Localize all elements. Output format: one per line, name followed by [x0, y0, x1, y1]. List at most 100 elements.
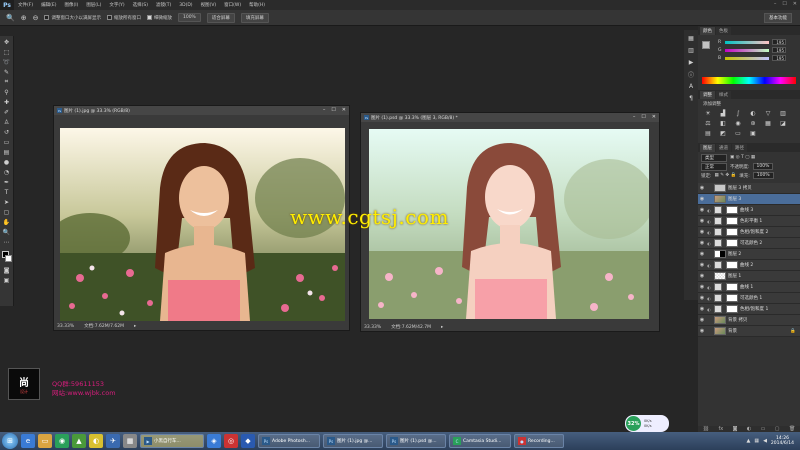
layer-name[interactable]: 色相/饱和度 1 — [740, 306, 768, 312]
status-menu-icon[interactable]: ▸ — [134, 324, 136, 329]
screen-mode-icon[interactable]: ▣ — [2, 276, 12, 284]
eye-icon[interactable]: ◉ — [698, 251, 706, 257]
tab-swatches[interactable]: 色板 — [716, 27, 731, 35]
photo-filter-icon[interactable]: ◉ — [734, 120, 742, 127]
actual-pixels-button[interactable]: 100% — [177, 13, 201, 22]
layer-mask-thumbnail[interactable] — [726, 305, 738, 313]
workspace-selector[interactable]: 基本功能 — [764, 13, 792, 23]
doc-maximize-button[interactable]: ☐ — [331, 107, 335, 113]
eyedropper-tool-icon[interactable]: ⚲ — [2, 88, 12, 96]
app-icon[interactable]: ◆ — [241, 434, 255, 448]
layer-row[interactable]: ◉ ◐ 色相/饱和度 1 — [698, 304, 800, 315]
history-panel-icon[interactable]: ▦ — [686, 34, 696, 42]
eye-icon[interactable]: ◉ — [698, 306, 706, 312]
network-speed-widget[interactable]: 32% 0K/s 0K/s — [625, 415, 669, 432]
actions-panel-icon[interactable]: ▶ — [686, 58, 696, 66]
doc-maximize-button[interactable]: ☐ — [641, 114, 645, 120]
layer-name[interactable]: 背景 — [728, 328, 737, 334]
layer-thumbnail[interactable] — [714, 316, 726, 324]
folder-icon[interactable]: ▭ — [38, 434, 52, 448]
zoom-level[interactable]: 33.33% — [57, 324, 74, 329]
eye-icon[interactable]: ◉ — [698, 328, 706, 334]
start-button[interactable]: ⊞ — [2, 433, 18, 449]
layer-row[interactable]: ◉ ◐ 色彩平衡 1 — [698, 216, 800, 227]
gradient-tool-icon[interactable]: ▤ — [2, 148, 12, 156]
background-color-swatch[interactable] — [4, 255, 12, 262]
menu-window[interactable]: 窗口(W) — [220, 2, 245, 8]
doc-minimize-button[interactable]: – — [633, 114, 636, 120]
layer-row[interactable]: ◉ 图层 3 拷贝 — [698, 183, 800, 194]
menu-view[interactable]: 视图(V) — [197, 2, 221, 8]
layer-row[interactable]: ◉ ◐ 曲线 1 — [698, 282, 800, 293]
layer-thumbnail[interactable] — [714, 206, 722, 214]
layer-thumbnail[interactable] — [714, 261, 722, 269]
layer-name[interactable]: 可选颜色 1 — [740, 295, 762, 301]
layer-name[interactable]: 曲线 3 — [740, 207, 753, 213]
type-tool-icon[interactable]: T — [2, 188, 12, 196]
levels-icon[interactable]: ▟ — [719, 110, 727, 117]
blend-mode-select[interactable]: 正常 — [701, 162, 727, 171]
shape-tool-icon[interactable]: ▢ — [2, 208, 12, 216]
history-brush-tool-icon[interactable]: ↺ — [2, 128, 12, 136]
eye-icon[interactable]: ◉ — [698, 284, 706, 290]
maximize-button[interactable]: ☐ — [782, 1, 786, 7]
color-balance-icon[interactable]: ⚖ — [704, 120, 712, 127]
task-item[interactable]: ▶ 小黑自行车... — [140, 434, 204, 448]
layer-row[interactable]: ◉ 图层 1 — [698, 271, 800, 282]
eye-icon[interactable]: ◉ — [698, 218, 706, 224]
task-item[interactable]: ● Recording... — [514, 434, 564, 448]
lasso-tool-icon[interactable]: ➰ — [2, 58, 12, 66]
app-icon[interactable]: ◈ — [207, 434, 221, 448]
posterize-icon[interactable]: ▤ — [704, 130, 712, 137]
zoom-tool-icon[interactable]: 🔍 — [6, 14, 15, 22]
channel-mixer-icon[interactable]: ⊛ — [749, 120, 757, 127]
layer-thumbnail[interactable] — [714, 228, 722, 236]
layer-name[interactable]: 曲线 1 — [740, 284, 753, 290]
layer-name[interactable]: 背景 拷贝 — [728, 317, 747, 323]
layer-kind-filter[interactable]: 类型 — [701, 153, 727, 162]
green-slider[interactable] — [725, 48, 769, 52]
tab-layers[interactable]: 图层 — [700, 144, 715, 152]
threshold-icon[interactable]: ◩ — [719, 130, 727, 137]
document-title-bar[interactable]: Ps 图片 (1).jpg @ 33.3% (RGB/8) — [54, 106, 349, 115]
layer-thumbnail[interactable] — [714, 195, 726, 203]
dodge-tool-icon[interactable]: ◔ — [2, 168, 12, 176]
layer-row[interactable]: ◉ 图层 3 — [698, 194, 800, 205]
document-title-bar[interactable]: Ps 图片 (1).psd @ 33.3% (图层 3, RGB/8) * — [361, 113, 659, 122]
menu-edit[interactable]: 编辑(E) — [37, 2, 60, 8]
eye-icon[interactable]: ◉ — [698, 185, 706, 191]
layer-name[interactable]: 曲线 2 — [740, 262, 753, 268]
selective-color-icon[interactable]: ▣ — [749, 130, 757, 137]
resize-windows-checkbox[interactable]: 调整窗口大小以满屏显示 — [44, 15, 101, 21]
eye-icon[interactable]: ◉ — [698, 229, 706, 235]
layer-name[interactable]: 色彩平衡 1 — [740, 218, 762, 224]
app-icon[interactable]: ✈ — [106, 434, 120, 448]
blue-slider[interactable] — [725, 56, 769, 60]
layer-thumbnail[interactable] — [714, 217, 722, 225]
menu-image[interactable]: 图像(I) — [60, 2, 82, 8]
green-value[interactable]: 195 — [772, 47, 786, 53]
menu-help[interactable]: 帮助(H) — [245, 2, 269, 8]
red-value[interactable]: 195 — [772, 39, 786, 45]
crop-tool-icon[interactable]: ⌗ — [2, 78, 12, 86]
scrubby-zoom-checkbox[interactable]: 细微缩放 — [146, 15, 172, 21]
marquee-tool-icon[interactable]: ⬚ — [2, 48, 12, 56]
quick-select-tool-icon[interactable]: ✎ — [2, 68, 12, 76]
brush-tool-icon[interactable]: ✐ — [2, 108, 12, 116]
layer-row[interactable]: ◉ 背景 🔒 — [698, 326, 800, 337]
layer-mask-thumbnail[interactable] — [726, 217, 738, 225]
app-icon[interactable]: ◐ — [89, 434, 103, 448]
layer-name[interactable]: 图层 2 — [728, 251, 741, 257]
menu-select[interactable]: 选择(S) — [129, 2, 152, 8]
filter-icons[interactable]: ▣ ◎ T ▢ ▦ — [730, 155, 755, 160]
layer-row[interactable]: ◉ 背景 拷贝 — [698, 315, 800, 326]
layer-mask-thumbnail[interactable] — [726, 294, 738, 302]
curves-icon[interactable]: ∫ — [734, 110, 742, 117]
color-lookup-icon[interactable]: ▦ — [764, 120, 772, 127]
eye-icon[interactable]: ◉ — [698, 240, 706, 246]
hue-saturation-icon[interactable]: ▥ — [779, 110, 787, 117]
task-item[interactable]: Ps 图片 (1).psd @... — [386, 434, 446, 448]
ie-icon[interactable]: e — [21, 434, 35, 448]
layer-mask-thumbnail[interactable] — [726, 261, 738, 269]
color-swatches[interactable] — [1, 250, 13, 264]
